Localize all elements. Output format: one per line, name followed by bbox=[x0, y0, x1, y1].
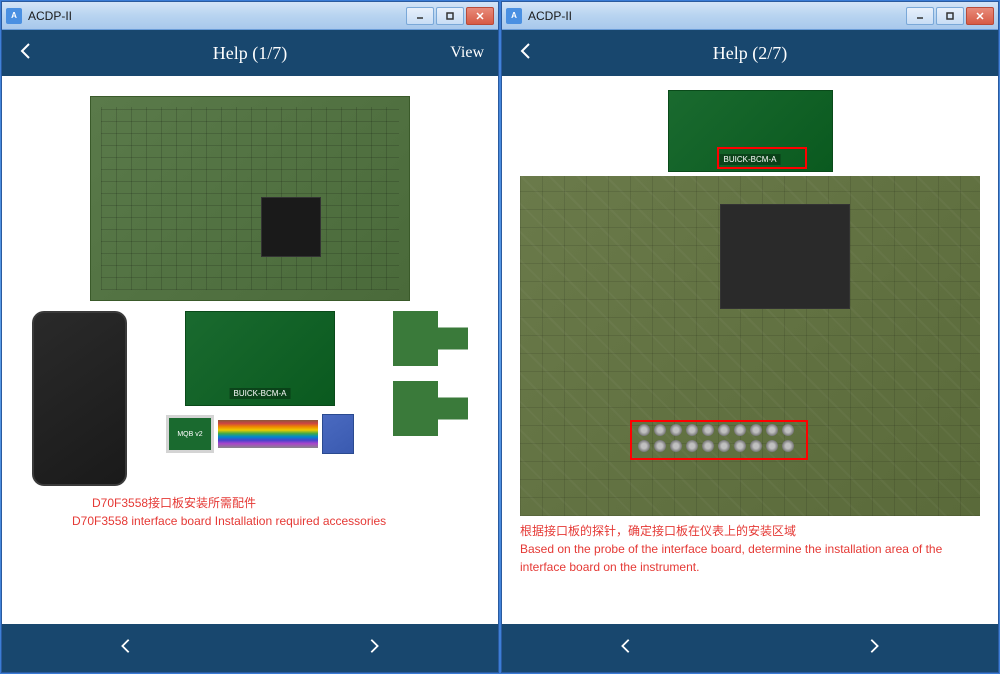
content-area: 根据接口板的探针，确定接口板在仪表上的安装区域 Based on the pro… bbox=[502, 76, 998, 624]
caption-cn: 根据接口板的探针，确定接口板在仪表上的安装区域 bbox=[520, 522, 980, 540]
close-button[interactable] bbox=[466, 7, 494, 25]
app-window-2: A ACDP-II Help (2/7) bbox=[501, 1, 999, 673]
instrument-pcb-image bbox=[520, 176, 980, 516]
page-footer bbox=[502, 624, 998, 672]
connector-image bbox=[322, 414, 354, 454]
minimize-button[interactable] bbox=[406, 7, 434, 25]
titlebar[interactable]: A ACDP-II bbox=[502, 2, 998, 30]
caption-cn: D70F3558接口板安装所需配件 bbox=[32, 494, 468, 512]
view-button[interactable]: View bbox=[450, 44, 484, 62]
window-controls bbox=[906, 7, 994, 25]
content-area: MQB v2 D70F3558接口板安装所需配件 D70F3558 interf… bbox=[2, 76, 498, 624]
main-pcb-image bbox=[90, 96, 410, 301]
window-controls bbox=[406, 7, 494, 25]
back-button[interactable] bbox=[16, 41, 36, 66]
app-icon: A bbox=[6, 8, 22, 24]
programmer-device-image bbox=[32, 311, 127, 486]
mqb-adapter-image: MQB v2 bbox=[166, 415, 214, 453]
page-footer bbox=[2, 624, 498, 672]
next-button[interactable] bbox=[845, 629, 903, 668]
next-button[interactable] bbox=[345, 629, 403, 668]
app-window-1: A ACDP-II Help (1/7) View MQB v2 bbox=[1, 1, 499, 673]
image-caption: 根据接口板的探针，确定接口板在仪表上的安装区域 Based on the pro… bbox=[520, 522, 980, 576]
page-title: Help (2/7) bbox=[502, 43, 998, 64]
highlight-box-icon bbox=[630, 420, 808, 460]
page-title: Help (1/7) bbox=[2, 43, 498, 64]
prev-button[interactable] bbox=[597, 629, 655, 668]
bracket-image bbox=[393, 311, 468, 366]
highlight-box-icon bbox=[717, 147, 807, 169]
minimize-button[interactable] bbox=[906, 7, 934, 25]
prev-button[interactable] bbox=[97, 629, 155, 668]
help-image: MQB v2 D70F3558接口板安装所需配件 D70F3558 interf… bbox=[32, 96, 468, 614]
ribbon-cable-image bbox=[218, 420, 318, 448]
titlebar-text: ACDP-II bbox=[28, 9, 406, 23]
image-caption: D70F3558接口板安装所需配件 D70F3558 interface boa… bbox=[32, 494, 468, 530]
page-header: Help (1/7) View bbox=[2, 30, 498, 76]
bracket-image bbox=[393, 381, 468, 436]
app-icon: A bbox=[506, 8, 522, 24]
close-button[interactable] bbox=[966, 7, 994, 25]
back-button[interactable] bbox=[516, 41, 536, 66]
maximize-button[interactable] bbox=[436, 7, 464, 25]
page-header: Help (2/7) bbox=[502, 30, 998, 76]
interface-board-image bbox=[185, 311, 335, 406]
caption-en: Based on the probe of the interface boar… bbox=[520, 540, 980, 576]
caption-en: D70F3558 interface board Installation re… bbox=[32, 512, 468, 530]
maximize-button[interactable] bbox=[936, 7, 964, 25]
titlebar[interactable]: A ACDP-II bbox=[2, 2, 498, 30]
help-image: 根据接口板的探针，确定接口板在仪表上的安装区域 Based on the pro… bbox=[520, 90, 980, 614]
interface-board-image bbox=[668, 90, 833, 172]
titlebar-text: ACDP-II bbox=[528, 9, 906, 23]
